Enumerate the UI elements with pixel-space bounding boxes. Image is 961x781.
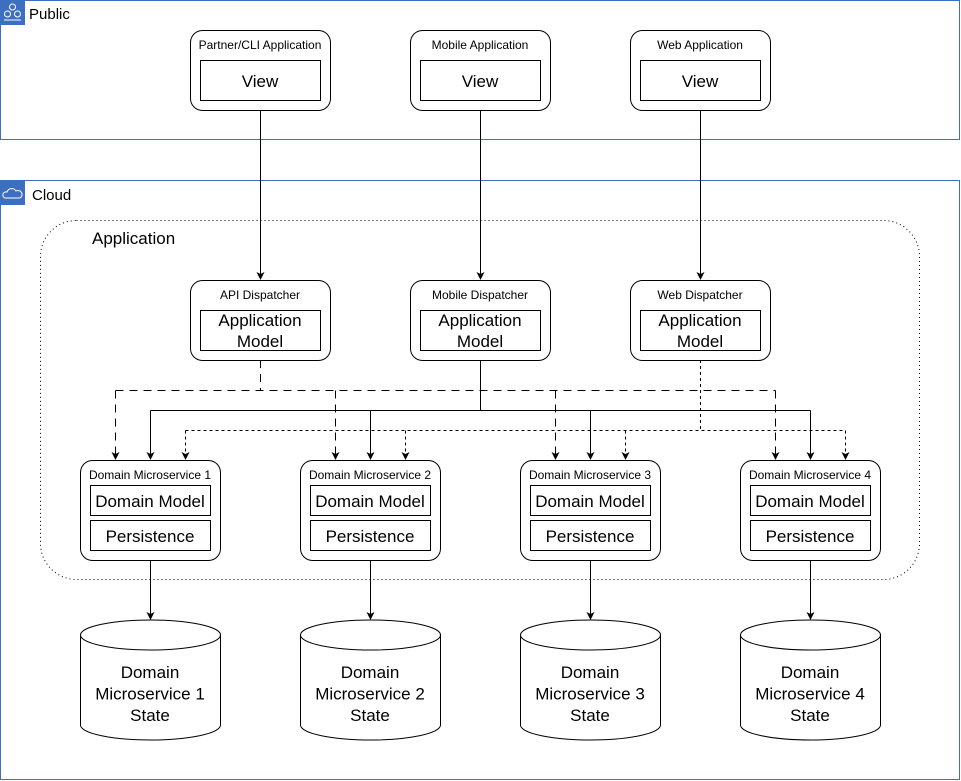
service-title: Domain Microservice 3 — [529, 468, 651, 482]
client-title: Web Application — [657, 38, 743, 52]
state-label: Domain — [341, 663, 400, 682]
state-label: Microservice 4 — [755, 685, 865, 704]
dispatcher-node[interactable]: Web Dispatcher Application Model — [630, 280, 771, 361]
persistence-label: Persistence — [546, 527, 635, 546]
application-model-line2: Model — [457, 332, 503, 351]
persistence-label: Persistence — [106, 527, 195, 546]
state-label: State — [350, 706, 390, 725]
domain-model-label: Domain Model — [95, 492, 205, 511]
cloud-label: Cloud — [32, 187, 71, 204]
service-title: Domain Microservice 2 — [309, 468, 431, 482]
dispatcher-title: API Dispatcher — [220, 288, 300, 302]
view-label: View — [682, 72, 719, 91]
persistence-label: Persistence — [766, 527, 855, 546]
application-model-line1: Application — [438, 311, 521, 330]
public-label: Public — [29, 6, 70, 23]
state-label: Domain — [561, 663, 620, 682]
persistence-label: Persistence — [326, 527, 415, 546]
state-label: Microservice 2 — [315, 685, 425, 704]
architecture-diagram: Public Cloud Application Partner/CLI App… — [0, 0, 960, 780]
service-title: Domain Microservice 1 — [89, 468, 211, 482]
application-label: Application — [92, 229, 175, 248]
state-label: Domain — [121, 663, 180, 682]
state-label: State — [130, 706, 170, 725]
domain-microservice-node[interactable]: Domain Microservice 1 Domain Model Persist… — [80, 460, 221, 561]
state-label: State — [790, 706, 830, 725]
client-application-node[interactable]: Web Application View — [630, 30, 771, 111]
service-title: Domain Microservice 4 — [749, 468, 871, 482]
view-label: View — [462, 72, 499, 91]
dispatcher-title: Web Dispatcher — [657, 288, 742, 302]
application-model-line2: Model — [237, 332, 283, 351]
domain-model-label: Domain Model — [755, 492, 865, 511]
dispatcher-title: Mobile Dispatcher — [432, 288, 528, 302]
application-model-line2: Model — [677, 332, 723, 351]
state-label: Microservice 3 — [535, 685, 645, 704]
state-database-cylinder[interactable]: Domain Microservice 3 State — [519, 619, 661, 741]
state-database-cylinder[interactable]: Domain Microservice 1 State — [79, 619, 221, 741]
view-label: View — [242, 72, 279, 91]
client-title: Partner/CLI Application — [199, 38, 322, 52]
edges — [111, 110, 850, 620]
application-model-line1: Application — [658, 311, 741, 330]
client-title: Mobile Application — [432, 38, 529, 52]
client-application-node[interactable]: Partner/CLI Application View — [190, 30, 331, 111]
state-label: Microservice 1 — [95, 685, 205, 704]
domain-microservice-node[interactable]: Domain Microservice 2 Domain Model Persist… — [300, 460, 441, 561]
dispatcher-node[interactable]: API Dispatcher Application Model — [190, 280, 331, 361]
domain-microservice-node[interactable]: Domain Microservice 3 Domain Model Persist… — [520, 460, 661, 561]
application-model-line1: Application — [218, 311, 301, 330]
domain-model-label: Domain Model — [535, 492, 645, 511]
state-database-cylinder[interactable]: Domain Microservice 2 State — [299, 619, 441, 741]
domain-microservice-node[interactable]: Domain Microservice 4 Domain Model Persist… — [740, 460, 881, 561]
domain-model-label: Domain Model — [315, 492, 425, 511]
state-label: Domain — [781, 663, 840, 682]
client-application-node[interactable]: Mobile Application View — [410, 30, 551, 111]
state-database-cylinder[interactable]: Domain Microservice 4 State — [739, 619, 881, 741]
dispatcher-node[interactable]: Mobile Dispatcher Application Model — [410, 280, 551, 361]
state-label: State — [570, 706, 610, 725]
